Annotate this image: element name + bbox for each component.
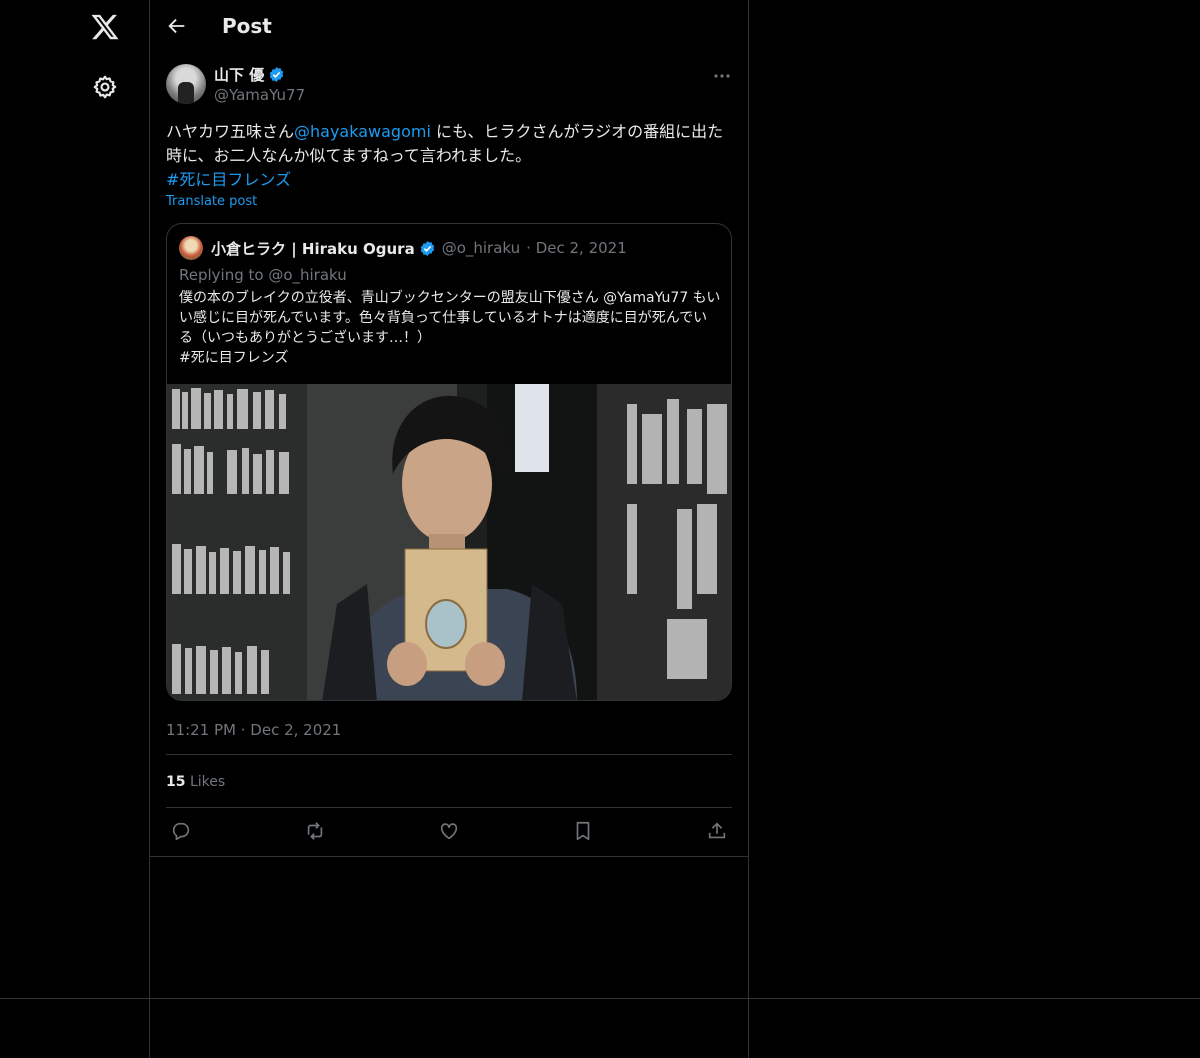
reply-icon[interactable] [170, 820, 192, 842]
mention-link[interactable]: @hayakawagomi [294, 122, 431, 141]
repost-icon[interactable] [304, 820, 326, 842]
quote-photo[interactable] [167, 384, 732, 701]
share-icon[interactable] [706, 820, 728, 842]
action-bar [166, 820, 732, 846]
post-timestamp[interactable]: 11:21 PM · Dec 2, 2021 [166, 721, 341, 739]
main-column: Post 山下 優 @YamaYu77 ハヤカワ五味さん@hayakawagom… [149, 0, 749, 1058]
more-icon[interactable] [712, 66, 732, 86]
quote-avatar [179, 236, 203, 260]
avatar[interactable] [166, 64, 206, 104]
divider [166, 807, 732, 808]
author-row: 山下 優 [214, 64, 285, 85]
post-text: ハヤカワ五味さん@hayakawagomi にも、ヒラクさんがラジオの番組に出た… [166, 120, 732, 192]
quote-handle: @o_hiraku [441, 239, 521, 257]
likes-label: Likes [189, 774, 226, 790]
arrow-left-icon[interactable] [166, 15, 188, 37]
quote-text: 僕の本のブレイクの立役者、青山ブックセンターの盟友山下優さん @YamaYu77… [179, 290, 721, 366]
author-handle[interactable]: @YamaYu77 [214, 86, 305, 104]
page-header: Post [150, 0, 748, 54]
verified-badge-icon [420, 240, 434, 256]
page-title: Post [222, 14, 272, 38]
bookmark-icon[interactable] [572, 820, 594, 842]
quoted-post[interactable]: 小倉ヒラク | Hiraku Ogura @o_hiraku · Dec 2, … [166, 223, 732, 701]
x-logo-icon[interactable] [90, 12, 120, 42]
gear-icon[interactable] [92, 74, 118, 100]
post-text-before: ハヤカワ五味さん [166, 122, 295, 141]
author-name[interactable]: 山下 優 [214, 64, 264, 85]
divider [166, 754, 732, 755]
quote-author-name: 小倉ヒラク | Hiraku Ogura [211, 239, 415, 258]
quote-header: 小倉ヒラク | Hiraku Ogura @o_hiraku · Dec 2, … [179, 236, 627, 260]
heart-icon[interactable] [438, 820, 460, 842]
hashtag-link[interactable]: #死に目フレンズ [166, 170, 291, 189]
quote-date: · Dec 2, 2021 [526, 239, 627, 257]
verified-badge-icon[interactable] [268, 66, 285, 83]
post-bottom-divider [150, 856, 748, 857]
translate-link[interactable]: Translate post [166, 194, 257, 209]
likes-count[interactable]: 15 Likes [166, 774, 225, 790]
likes-number: 15 [166, 774, 186, 790]
left-nav [0, 0, 150, 1058]
quote-replying-to: Replying to @o_hiraku [179, 266, 347, 284]
